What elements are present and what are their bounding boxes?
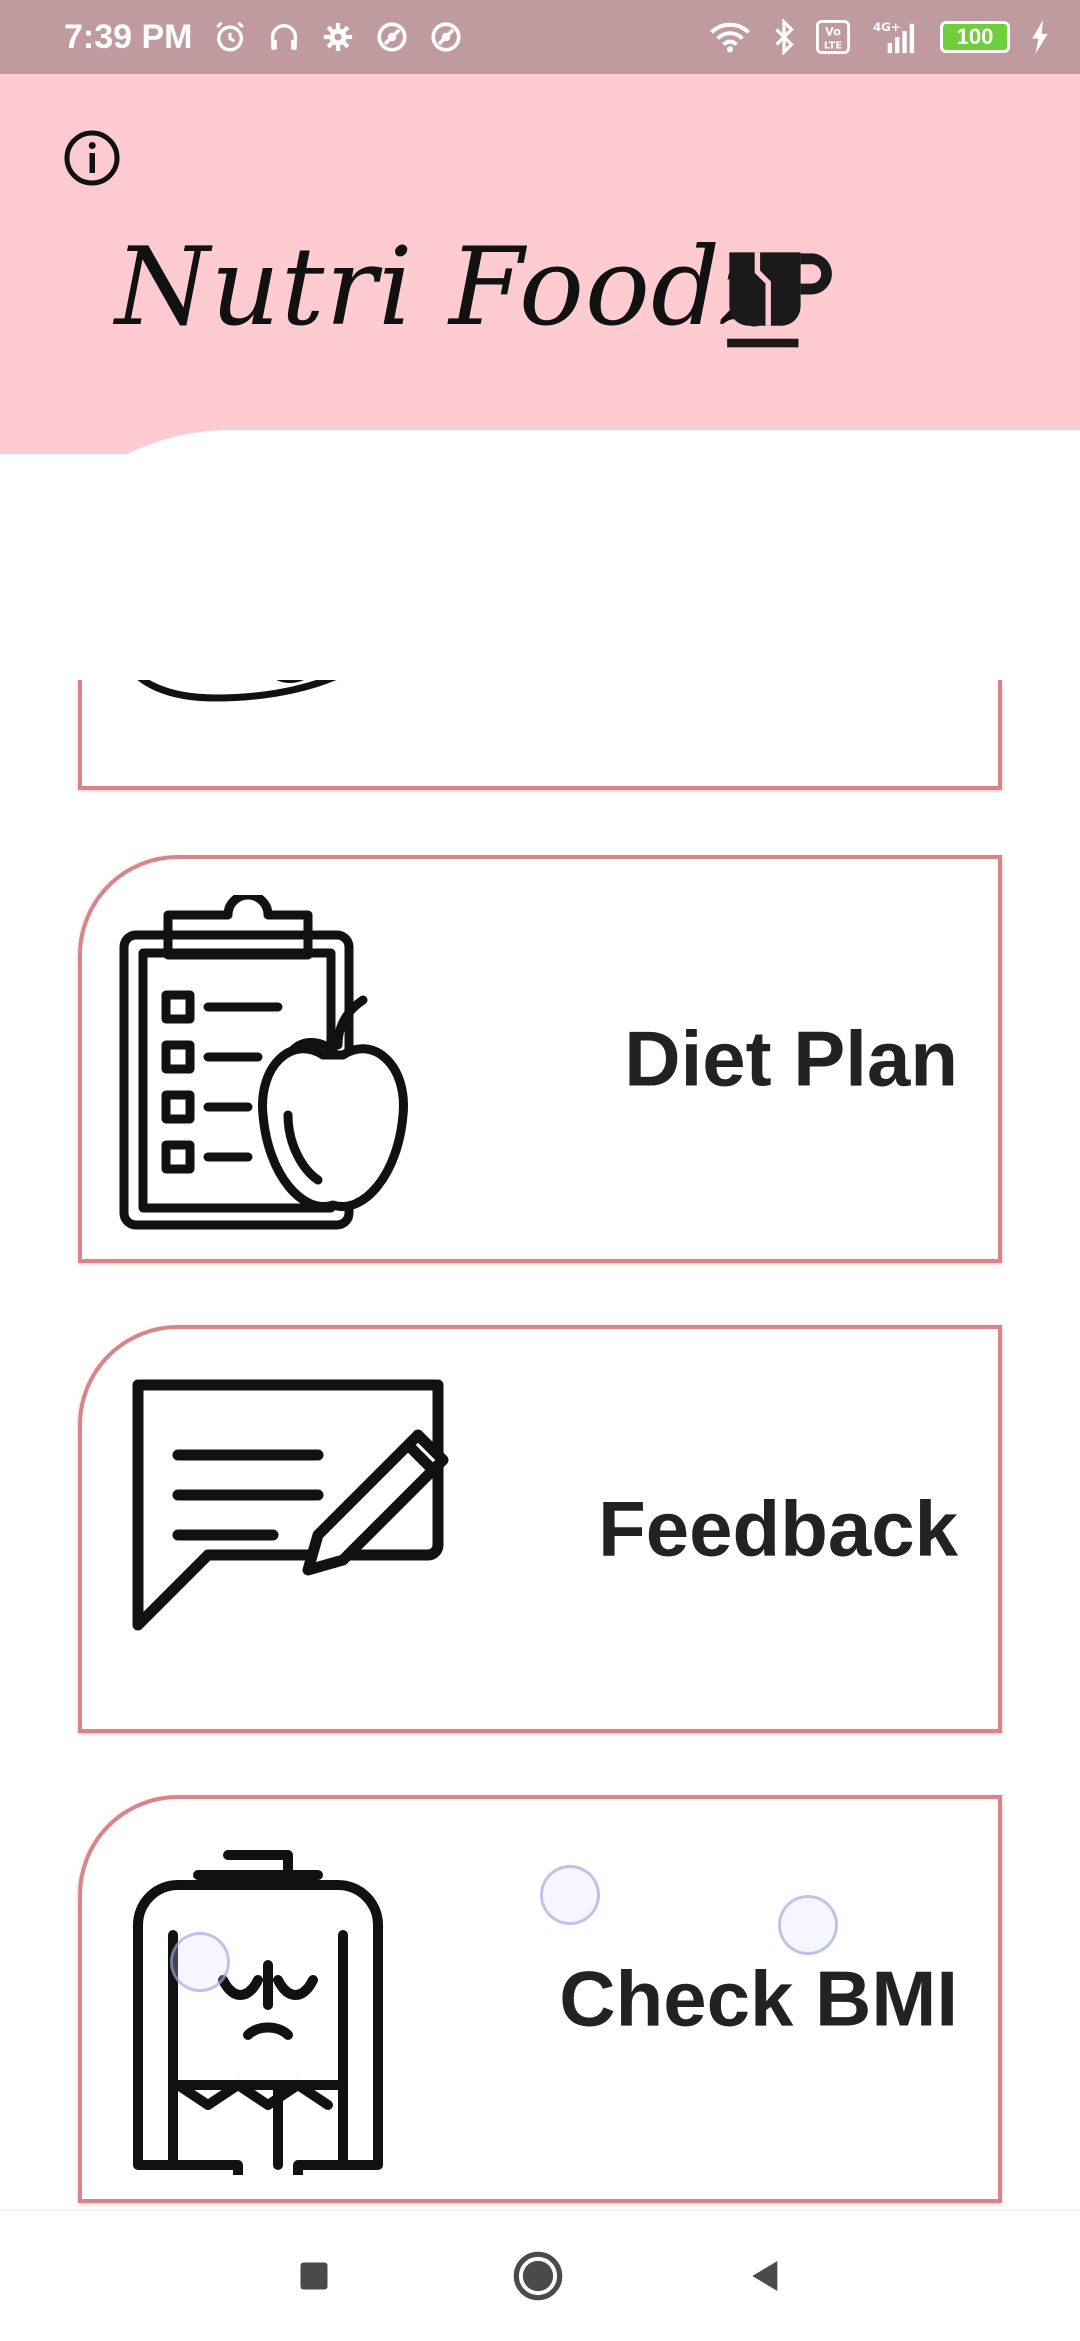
alarm-icon — [215, 21, 244, 52]
menu-label-feedback: Feedback — [598, 1484, 958, 1573]
status-time: 7:39 PM — [64, 17, 193, 56]
svg-text:Vo: Vo — [825, 25, 841, 39]
body-measure-icon — [133, 1850, 383, 2175]
menu-list[interactable]: Diet Plan Feedback Check BMI — [0, 680, 1080, 2210]
charging-icon — [1032, 20, 1048, 54]
status-left: 7:39 PM — [64, 18, 463, 57]
status-bar: 7:39 PM Vo LTE 4G+ 100 — [0, 0, 1080, 74]
coffee-cup-icon — [727, 252, 832, 348]
sync-icon — [430, 22, 461, 52]
settings-icon — [323, 22, 352, 52]
status-right: Vo LTE 4G+ 100 — [708, 19, 1050, 55]
svg-text:4G+: 4G+ — [873, 20, 901, 34]
info-icon[interactable] — [62, 128, 122, 188]
touch-indicator — [778, 1895, 838, 1955]
menu-card-partial[interactable] — [78, 680, 1002, 790]
volte-icon: VoLTE — [816, 20, 850, 54]
navigation-bar — [0, 2210, 1080, 2341]
menu-label-check-bmi: Check BMI — [559, 1954, 958, 2043]
touch-indicator — [540, 1865, 600, 1925]
signal-4g-icon: 4G+ — [873, 20, 915, 54]
menu-card-feedback[interactable]: Feedback — [78, 1325, 1002, 1733]
menu-label-diet-plan: Diet Plan — [624, 1014, 958, 1103]
bluetooth-icon — [775, 19, 794, 55]
wifi-icon — [710, 22, 750, 53]
svg-text:LTE: LTE — [824, 40, 842, 51]
app-title: Nutri Foodz — [115, 225, 780, 350]
touch-indicator — [170, 1932, 230, 1992]
battery-icon: 100 — [940, 21, 1010, 53]
back-button[interactable] — [744, 2256, 784, 2296]
headset-icon — [270, 24, 297, 50]
menu-card-check-bmi[interactable]: Check BMI — [78, 1795, 1002, 2203]
card-icon-partial — [137, 680, 337, 702]
sync-icon — [376, 22, 407, 52]
menu-card-diet-plan[interactable]: Diet Plan — [78, 855, 1002, 1263]
recents-button[interactable] — [296, 2258, 332, 2294]
chat-pencil-icon — [132, 1379, 449, 1631]
home-button[interactable] — [512, 2250, 564, 2302]
clipboard-apple-icon — [119, 895, 408, 1230]
